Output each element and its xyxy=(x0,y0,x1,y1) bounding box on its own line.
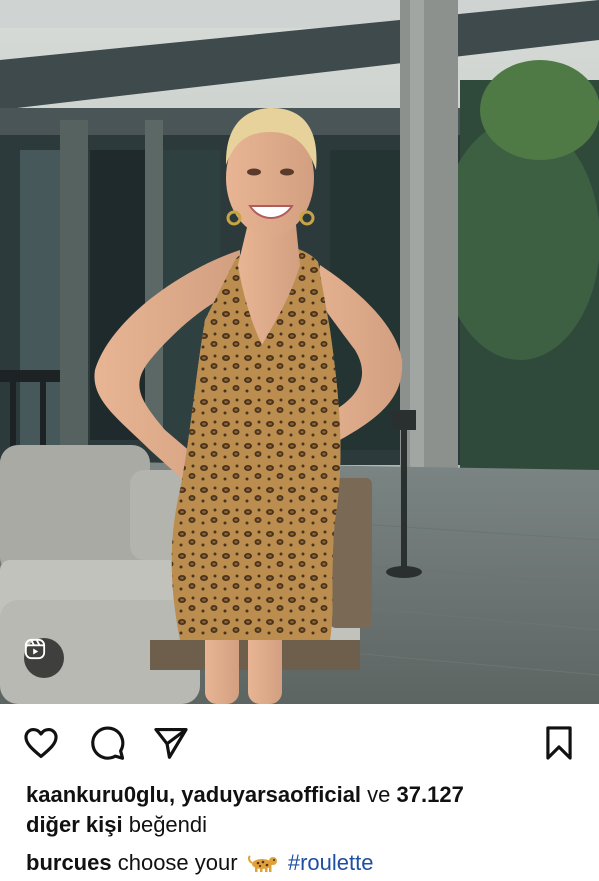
reels-icon[interactable] xyxy=(24,638,64,678)
paper-plane-icon[interactable] xyxy=(152,724,190,762)
likes-verb: beğendi xyxy=(128,812,208,837)
instagram-post: kaankuru0glu, yaduyarsaofficial ve 37.12… xyxy=(0,0,599,881)
reels-glyph xyxy=(24,638,46,660)
bookmark-outline-icon[interactable] xyxy=(540,724,578,762)
comment-bubble-icon[interactable] xyxy=(88,724,126,762)
likes-separator: , xyxy=(169,782,176,807)
caption-text: choose your xyxy=(117,850,238,875)
post-action-bar xyxy=(0,716,599,766)
post-media[interactable] xyxy=(0,0,599,704)
leopard-emoji-icon xyxy=(247,855,277,872)
liker-username-1[interactable]: kaankuru0glu xyxy=(26,782,169,807)
post-photo xyxy=(0,0,599,704)
likes-count[interactable]: 37.127 xyxy=(397,782,464,807)
likes-others-label[interactable]: diğer kişi xyxy=(26,812,123,837)
likes-summary: kaankuru0glu, yaduyarsaofficial ve 37.12… xyxy=(26,780,586,840)
likes-conjunction: ve xyxy=(367,782,391,807)
caption-username[interactable]: burcues xyxy=(26,850,112,875)
post-caption: burcues choose your #roulette xyxy=(26,848,586,878)
caption-hashtag[interactable]: #roulette xyxy=(288,850,374,875)
heart-outline-icon[interactable] xyxy=(22,724,60,762)
liker-username-2[interactable]: yaduyarsaofficial xyxy=(181,782,361,807)
